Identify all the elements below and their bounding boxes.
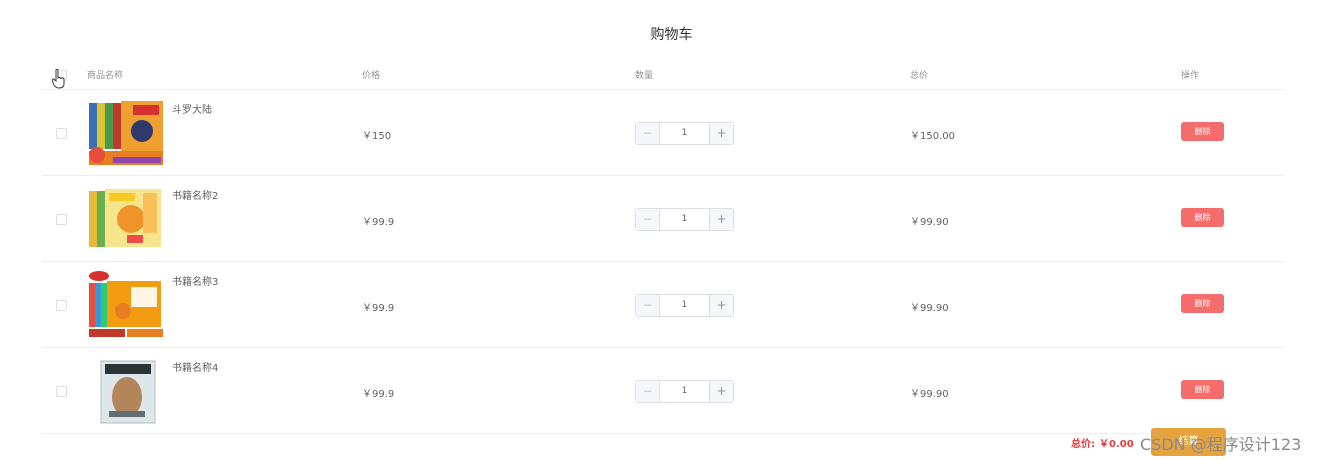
increase-button[interactable]: +: [709, 209, 733, 230]
increase-button[interactable]: +: [709, 381, 733, 402]
increase-button[interactable]: +: [709, 123, 733, 144]
product-name[interactable]: 书籍名称2: [172, 187, 218, 202]
product-price: ￥99.9: [362, 303, 395, 314]
row-total: ￥99.90: [910, 303, 949, 314]
delete-button[interactable]: 删除: [1181, 294, 1224, 313]
row-checkbox[interactable]: [56, 300, 67, 311]
header-name: 商品名称: [87, 71, 124, 81]
header-total: 总价: [910, 71, 929, 81]
delete-button[interactable]: 删除: [1181, 122, 1224, 141]
quantity-stepper: − 1 +: [635, 122, 734, 145]
book-cover-image: [89, 271, 163, 337]
row-total: ￥99.90: [910, 389, 949, 400]
cart-total: 总价: ￥0.00: [1071, 435, 1134, 450]
decrease-button[interactable]: −: [636, 123, 660, 144]
product-price: ￥99.9: [362, 217, 395, 228]
quantity-input[interactable]: 1: [660, 381, 709, 402]
product-name[interactable]: 书籍名称3: [172, 273, 218, 288]
quantity-input[interactable]: 1: [660, 295, 709, 316]
hand-cursor-icon: [52, 69, 65, 89]
quantity-stepper: − 1 +: [635, 380, 734, 403]
row-total: ￥150.00: [910, 131, 955, 142]
delete-button[interactable]: 删除: [1181, 380, 1224, 399]
cart-total-label: 总价:: [1071, 439, 1095, 450]
book-cover-image: [89, 101, 163, 165]
decrease-button[interactable]: −: [636, 381, 660, 402]
row-checkbox[interactable]: [56, 386, 67, 397]
quantity-input[interactable]: 1: [660, 123, 709, 144]
header-action: 操作: [1181, 71, 1200, 81]
book-cover-image: [100, 360, 156, 424]
product-price: ￥99.9: [362, 389, 395, 400]
increase-button[interactable]: +: [709, 295, 733, 316]
decrease-button[interactable]: −: [636, 295, 660, 316]
table-row: 书籍名称2 ￥99.9 − 1 + ￥99.90 删除: [42, 176, 1285, 262]
product-price: ￥150: [362, 131, 392, 142]
cart-table: 商品名称 价格 数量 总价 操作 斗罗大陆 ￥150 − 1 + ￥150.00…: [42, 60, 1285, 434]
product-name[interactable]: 书籍名称4: [172, 359, 218, 374]
table-row: 书籍名称3 ￥99.9 − 1 + ￥99.90 删除: [42, 262, 1285, 348]
product-name[interactable]: 斗罗大陆: [172, 101, 212, 116]
delete-button[interactable]: 删除: [1181, 208, 1224, 227]
table-header: 商品名称 价格 数量 总价 操作: [42, 60, 1285, 90]
row-checkbox[interactable]: [56, 128, 67, 139]
page-title: 购物车: [650, 27, 693, 43]
quantity-stepper: − 1 +: [635, 208, 734, 231]
book-cover-image: [89, 189, 161, 247]
quantity-input[interactable]: 1: [660, 209, 709, 230]
row-checkbox[interactable]: [56, 214, 67, 225]
header-price: 价格: [362, 71, 381, 81]
quantity-stepper: − 1 +: [635, 294, 734, 317]
watermark: CSDN @程序设计123: [1140, 435, 1302, 454]
header-quantity: 数量: [635, 71, 654, 81]
table-row: 斗罗大陆 ￥150 − 1 + ￥150.00 删除: [42, 90, 1285, 176]
decrease-button[interactable]: −: [636, 209, 660, 230]
cart-total-value: ￥0.00: [1099, 439, 1134, 450]
table-row: 书籍名称4 ￥99.9 − 1 + ￥99.90 删除: [42, 348, 1285, 434]
row-total: ￥99.90: [910, 217, 949, 228]
